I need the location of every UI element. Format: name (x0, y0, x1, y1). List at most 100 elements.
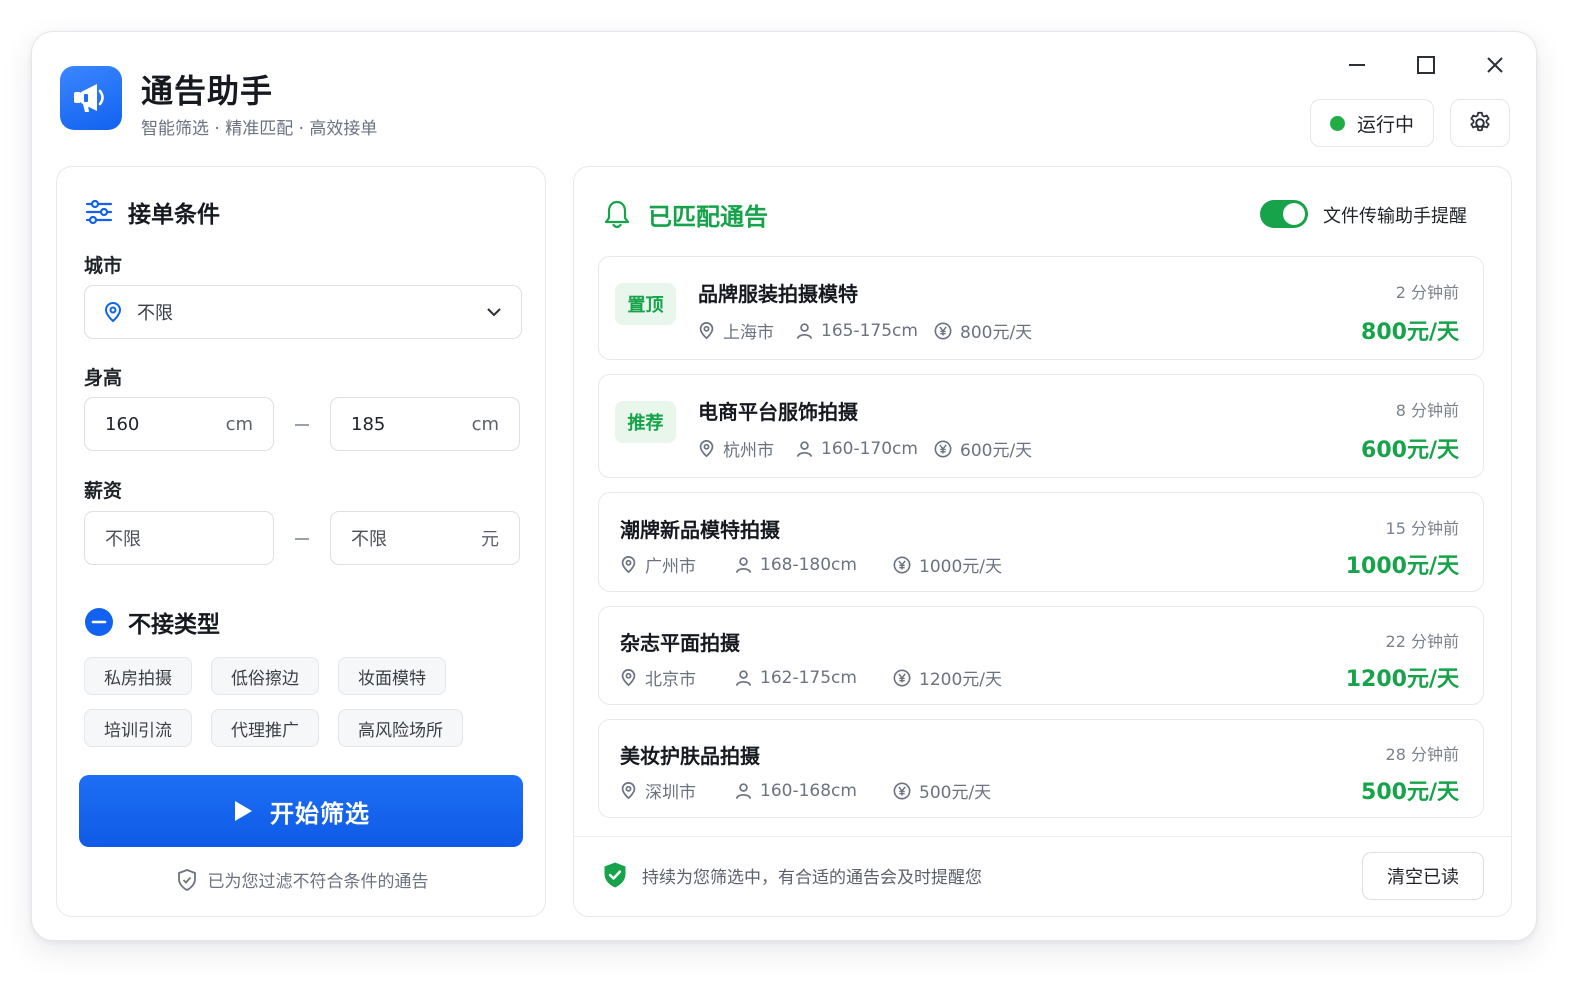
sliders-icon (85, 199, 113, 225)
notice-time: 28 分钟前 (1385, 745, 1459, 764)
salary-min-value: 不限 (105, 529, 141, 550)
close-button[interactable] (1477, 48, 1513, 82)
notice-pay: 600元/天 (960, 441, 1033, 461)
notice-meta: 杭州市 160-170cm 600元/天 (698, 436, 1032, 461)
reminder-toggle[interactable] (1260, 200, 1308, 228)
exclude-tag[interactable]: 高风险场所 (338, 709, 463, 747)
filter-note: 已为您过滤不符合条件的通告 (57, 867, 547, 892)
exclude-tag[interactable]: 代理推广 (211, 709, 319, 747)
exclude-tag[interactable]: 妆面模特 (338, 657, 446, 695)
status-dot-icon (1329, 115, 1345, 131)
filter-section-header: 接单条件 (84, 195, 220, 229)
start-filter-label: 开始筛选 (270, 800, 370, 828)
minus-circle-icon (85, 608, 113, 636)
location-pin-icon (699, 321, 714, 340)
megaphone-logo-icon (60, 66, 122, 130)
salary-min-input[interactable]: 不限 (84, 511, 274, 565)
notice-city: 广州市 (645, 557, 696, 577)
person-icon (796, 440, 813, 457)
status-indicator[interactable]: 运行中 (1310, 99, 1434, 147)
person-icon (735, 782, 752, 799)
city-select-value: 不限 (137, 303, 173, 324)
exclude-tag[interactable]: 私房拍摄 (84, 657, 192, 695)
height-max-input[interactable]: 185 cm (330, 397, 520, 451)
filter-note-text: 已为您过滤不符合条件的通告 (207, 872, 429, 892)
notice-time: 22 分钟前 (1385, 632, 1459, 651)
notice-title: 潮牌新品模特拍摄 (620, 518, 780, 542)
notice-city: 上海市 (723, 323, 774, 343)
notice-card[interactable]: 置顶 品牌服装拍摄模特 上海市 165-175cm 800元/天 2 分钟前 8… (598, 256, 1484, 360)
notice-city: 北京市 (645, 670, 696, 690)
notice-title: 美妆护肤品拍摄 (620, 744, 760, 768)
bell-icon (604, 200, 630, 228)
app-window: 通告助手 智能筛选 · 精准匹配 · 高效接单 运行中 接单条件 城市 不限 身… (31, 31, 1537, 941)
location-pin-icon (621, 555, 636, 574)
notice-meta: 广州市 168-180cm 1000元/天 (620, 552, 1002, 577)
notice-pay: 1200元/天 (919, 670, 1002, 690)
notice-title: 杂志平面拍摄 (620, 631, 740, 655)
notice-price: 1000元/天 (1345, 554, 1459, 579)
maximize-icon (1417, 56, 1435, 74)
footer-divider (574, 836, 1511, 837)
minimize-button[interactable] (1339, 48, 1375, 82)
notice-pay: 800元/天 (960, 323, 1033, 343)
yuan-coin-icon (934, 440, 952, 457)
minimize-icon (1349, 64, 1365, 66)
reminder-toggle-label: 文件传输助手提醒 (1323, 206, 1467, 227)
matched-header: 已匹配通告 (602, 197, 768, 232)
maximize-button[interactable] (1408, 48, 1444, 82)
salary-max-input[interactable]: 不限 元 (330, 511, 520, 565)
location-pin-icon (104, 301, 122, 323)
height-max-unit: cm (471, 413, 499, 435)
notice-height: 168-180cm (760, 554, 857, 575)
matched-panel: 已匹配通告 文件传输助手提醒 置顶 品牌服装拍摄模特 上海市 165-175cm… (573, 166, 1512, 917)
notice-card[interactable]: 推荐 电商平台服饰拍摄 杭州市 160-170cm 600元/天 8 分钟前 6… (598, 374, 1484, 478)
notice-price: 600元/天 (1361, 438, 1459, 463)
notice-height: 162-175cm (760, 667, 857, 688)
chevron-down-icon (487, 308, 501, 317)
clear-read-button[interactable]: 清空已读 (1362, 852, 1484, 900)
recommend-badge: 推荐 (615, 401, 676, 443)
salary-label: 薪资 (84, 480, 123, 502)
exclude-section-header: 不接类型 (84, 605, 220, 639)
notice-price: 800元/天 (1361, 320, 1459, 345)
notice-meta: 上海市 165-175cm 800元/天 (698, 318, 1032, 343)
notice-card[interactable]: 潮牌新品模特拍摄 广州市 168-180cm 1000元/天 15 分钟前 10… (598, 492, 1484, 592)
shield-check-icon (177, 868, 196, 891)
shield-check-icon (604, 862, 626, 888)
status-text: 运行中 (1356, 113, 1414, 136)
yuan-coin-icon (893, 782, 911, 799)
city-label: 城市 (84, 255, 123, 277)
person-icon (735, 669, 752, 686)
height-label: 身高 (84, 367, 123, 389)
start-filter-button[interactable]: 开始筛选 (79, 775, 523, 847)
notice-meta: 深圳市 160-168cm 500元/天 (620, 778, 991, 803)
notice-pay: 500元/天 (919, 783, 992, 803)
notice-time: 15 分钟前 (1385, 519, 1459, 538)
settings-button[interactable] (1450, 99, 1510, 147)
filter-section-title: 接单条件 (128, 202, 220, 228)
notice-height: 160-170cm (821, 438, 918, 459)
close-icon (1487, 57, 1503, 73)
notice-city: 深圳市 (645, 783, 696, 803)
city-select[interactable]: 不限 (84, 285, 522, 339)
exclude-tag[interactable]: 培训引流 (84, 709, 192, 747)
exclude-tag[interactable]: 低俗擦边 (211, 657, 319, 695)
notice-card[interactable]: 杂志平面拍摄 北京市 162-175cm 1200元/天 22 分钟前 1200… (598, 606, 1484, 705)
notice-card[interactable]: 美妆护肤品拍摄 深圳市 160-168cm 500元/天 28 分钟前 500元… (598, 719, 1484, 818)
notice-height: 160-168cm (760, 780, 857, 801)
notice-time: 8 分钟前 (1395, 401, 1459, 420)
location-pin-icon (621, 781, 636, 800)
pinned-badge: 置顶 (615, 283, 676, 325)
matched-title: 已匹配通告 (648, 203, 768, 231)
notice-price: 500元/天 (1361, 780, 1459, 805)
location-pin-icon (621, 668, 636, 687)
height-min-input[interactable]: 160 cm (84, 397, 274, 451)
app-title: 通告助手 (141, 72, 274, 110)
yuan-coin-icon (893, 669, 911, 686)
height-range-dash (295, 424, 309, 426)
location-pin-icon (699, 439, 714, 458)
notice-price: 1200元/天 (1345, 667, 1459, 692)
exclude-section-title: 不接类型 (128, 612, 220, 638)
footer-note-text: 持续为您筛选中，有合适的通告会及时提醒您 (642, 867, 982, 888)
